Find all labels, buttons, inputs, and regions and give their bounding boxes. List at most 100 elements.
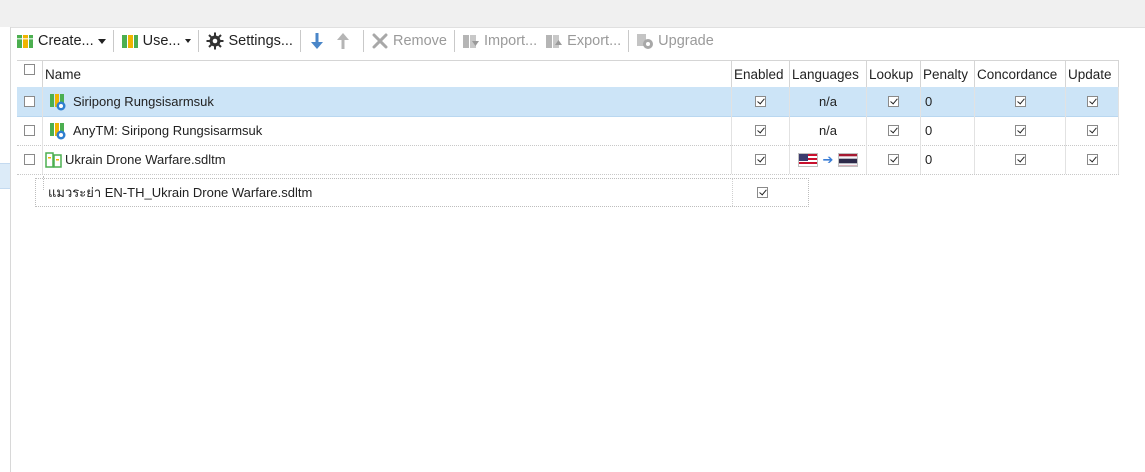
settings-label: Settings... [228,33,293,49]
use-dropdown-caret-icon[interactable] [185,39,192,43]
update-checkbox[interactable] [1086,96,1098,107]
create-dropdown-caret-icon[interactable] [97,38,106,44]
enabled-cell[interactable] [732,116,790,145]
settings-button[interactable]: Settings... [202,29,296,53]
penalty-cell[interactable]: 0 [921,116,975,145]
row-select-checkbox[interactable] [24,125,35,136]
move-up-button[interactable] [334,29,360,53]
export-label: Export... [567,33,622,49]
name-cell[interactable]: AnyTM: Siripong Rungsisarmsuk [43,116,732,145]
arrow-down-icon [308,32,326,50]
create-button[interactable]: Create... [12,29,110,53]
create-tm-icon [16,32,34,50]
sub-row-name: แมวระย่า EN-TH_Ukrain Drone Warfare.sdlt… [48,185,313,200]
concordance-checkbox[interactable] [1014,125,1026,136]
concordance-checkbox[interactable] [1014,96,1026,107]
column-header-lookup[interactable]: Lookup [867,61,921,88]
remove-label: Remove [392,33,447,49]
sub-row-enabled-cell[interactable] [733,179,791,206]
table-row[interactable]: Siripong Rungsisarmsuk n/a 0 [17,87,1119,117]
name-cell[interactable]: Ukrain Drone Warfare.sdltm [43,145,732,174]
tm-name: AnyTM: Siripong Rungsisarmsuk [73,123,263,138]
us-flag-icon [797,152,818,167]
import-label: Import... [483,33,538,49]
penalty-value: 0 [925,94,933,109]
select-all-cell[interactable] [17,61,43,88]
enabled-cell[interactable] [732,87,790,116]
column-header-concordance[interactable]: Concordance [975,61,1066,88]
name-cell[interactable]: Siripong Rungsisarmsuk [43,87,732,116]
concordance-checkbox[interactable] [1014,154,1026,165]
enabled-checkbox[interactable] [755,154,766,165]
window-top-strip [0,0,1145,28]
grid-header: Name Enabled Languages Lookup Penalty Co… [17,60,1119,89]
close-icon [371,32,389,50]
update-cell[interactable] [1066,116,1119,145]
toolbar: Create... Use... Settings... Remove Impo… [12,27,1145,55]
lookup-checkbox[interactable] [888,96,899,107]
concordance-cell[interactable] [975,145,1066,174]
export-icon [545,32,563,50]
row-select-cell[interactable] [17,145,43,174]
column-header-penalty[interactable]: Penalty [921,61,975,88]
languages-cell: n/a [790,87,867,116]
languages-value: n/a [818,94,838,109]
column-header-name[interactable]: Name [43,61,732,88]
concordance-cell[interactable] [975,116,1066,145]
languages-value: n/a [818,123,838,138]
server-tm-icon [49,122,67,140]
sub-row-name-cell[interactable]: แมวระย่า EN-TH_Ukrain Drone Warfare.sdlt… [36,179,733,206]
penalty-value: 0 [925,152,933,167]
update-checkbox[interactable] [1086,154,1098,165]
column-header-update[interactable]: Update [1066,61,1119,88]
row-select-cell[interactable] [17,87,43,116]
lookup-cell[interactable] [867,87,921,116]
enabled-checkbox[interactable] [755,125,766,136]
concordance-cell[interactable] [975,87,1066,116]
use-button[interactable]: Use... [117,29,196,53]
tm-name: Siripong Rungsisarmsuk [73,94,214,109]
update-cell[interactable] [1066,145,1119,174]
import-button[interactable]: Import... [458,29,541,53]
update-cell[interactable] [1066,87,1119,116]
sub-row[interactable]: แมวระย่า EN-TH_Ukrain Drone Warfare.sdlt… [35,178,809,207]
select-all-checkbox[interactable] [24,64,35,75]
lookup-cell[interactable] [867,116,921,145]
left-panel-edge [0,27,11,472]
move-down-button[interactable] [304,29,334,53]
server-tm-icon [49,93,67,111]
upgrade-label: Upgrade [658,33,714,49]
table-row[interactable]: AnyTM: Siripong Rungsisarmsuk n/a 0 [17,116,1119,146]
update-checkbox[interactable] [1086,125,1098,136]
languages-cell: n/a [790,116,867,145]
column-header-languages[interactable]: Languages [790,61,867,88]
row-select-cell[interactable] [17,116,43,145]
import-icon [462,32,480,50]
languages-cell: ➔ [790,145,867,174]
lookup-cell[interactable] [867,145,921,174]
arrow-right-icon: ➔ [822,151,834,167]
enabled-cell[interactable] [732,145,790,174]
use-label: Use... [142,33,181,49]
left-panel-tab[interactable] [0,163,10,189]
column-header-enabled[interactable]: Enabled [732,61,790,88]
penalty-cell[interactable]: 0 [921,87,975,116]
export-button[interactable]: Export... [541,29,625,53]
sub-row-enabled-checkbox[interactable] [756,187,768,198]
thailand-flag-icon [838,152,859,167]
toolbar-separator [299,30,301,52]
row-select-checkbox[interactable] [24,96,35,107]
lookup-checkbox[interactable] [888,154,899,165]
gear-icon [206,32,224,50]
file-tm-icon [45,151,63,169]
lookup-checkbox[interactable] [888,125,899,136]
enabled-checkbox[interactable] [755,96,766,107]
upgrade-button[interactable]: Upgrade [632,29,718,53]
arrow-up-icon [334,32,352,50]
toolbar-separator [362,30,364,52]
penalty-cell[interactable]: 0 [921,145,975,174]
table-row[interactable]: Ukrain Drone Warfare.sdltm ➔ 0 [17,145,1119,175]
toolbar-separator [112,30,114,52]
row-select-checkbox[interactable] [24,154,35,165]
remove-button[interactable]: Remove [367,29,451,53]
